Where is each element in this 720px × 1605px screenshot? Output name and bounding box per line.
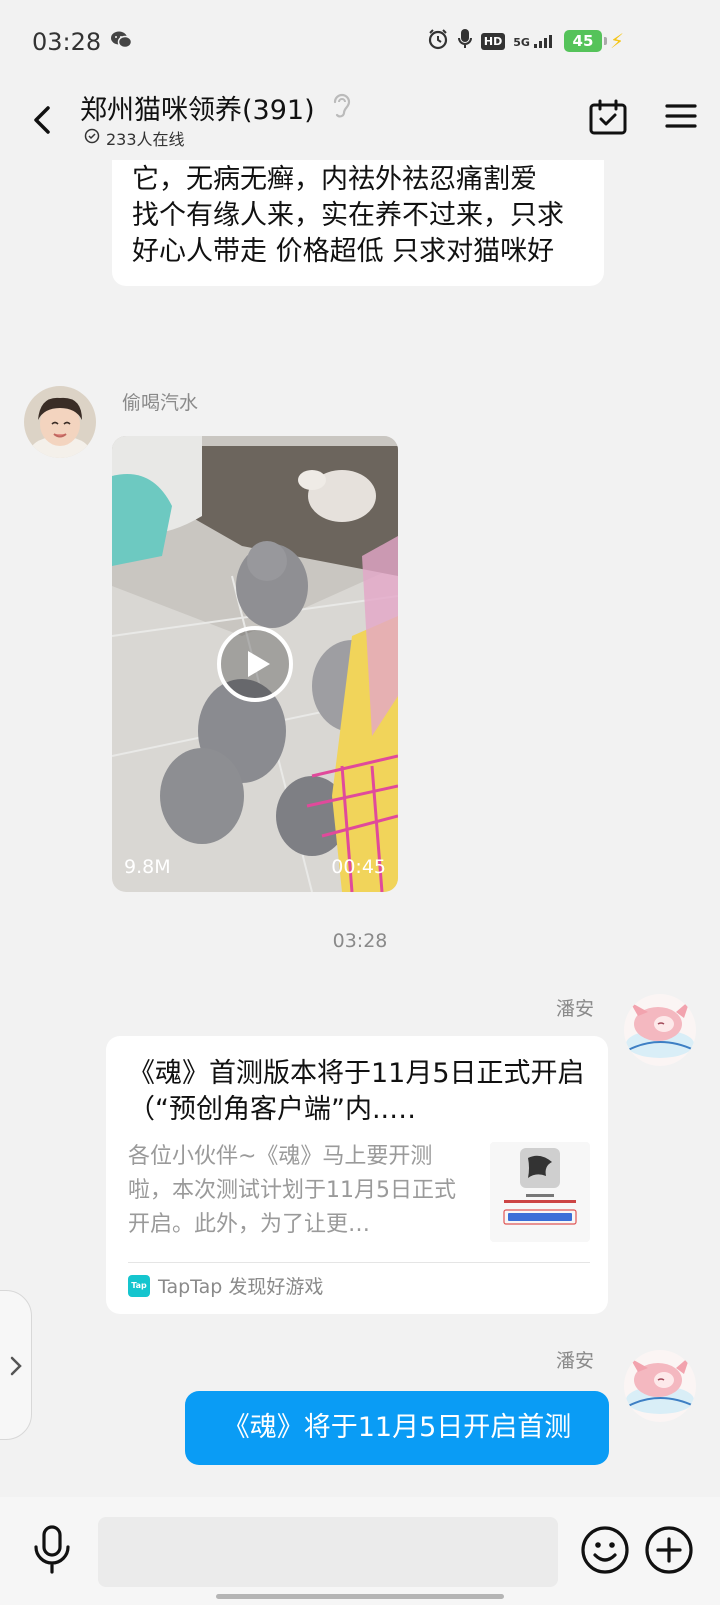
calendar-check-icon — [589, 99, 627, 135]
hd-badge: HD — [480, 32, 506, 50]
status-bar: 03:28 HD 5G 45 ⚡ — [0, 0, 720, 84]
side-drawer-handle[interactable] — [0, 1290, 32, 1440]
plus-icon — [645, 1526, 693, 1574]
online-status: 233人在线 — [84, 126, 185, 150]
link-source-label: TapTap 发现好游戏 — [158, 1276, 324, 1298]
video-size: 9.8M — [124, 856, 171, 878]
avatar[interactable] — [624, 994, 696, 1066]
taptap-icon: Tap — [128, 1274, 150, 1297]
network-label: 5G — [513, 36, 530, 49]
link-divider — [128, 1262, 590, 1263]
signal-icon: 5G — [513, 34, 556, 48]
menu-icon — [665, 104, 697, 128]
back-button[interactable] — [24, 100, 60, 140]
chat-messages[interactable]: 它，无病无癣，内祛外祛忍痛割爱 找个有缘人来，实在养不过来，只求好心人带走 价格… — [0, 160, 720, 1497]
status-icons: HD 5G 45 ⚡ — [427, 28, 624, 54]
online-count: 233人在线 — [106, 130, 185, 149]
calendar-check-button[interactable] — [588, 98, 628, 142]
link-card-message[interactable]: 《魂》首测版本将于11月5日正式开启（“预创角客户端”内..… 各位小伙伴~《魂… — [106, 1036, 608, 1314]
link-title: 《魂》首测版本将于11月5日正式开启（“预创角客户端”内..… — [128, 1058, 585, 1125]
back-icon — [34, 106, 50, 134]
battery-indicator: 45 — [563, 30, 607, 52]
home-indicator[interactable] — [216, 1594, 504, 1599]
alarm-icon — [427, 28, 449, 54]
online-icon — [84, 128, 100, 148]
group-title[interactable]: 郑州猫咪领养(391) — [80, 88, 315, 127]
ear-icon[interactable] — [330, 90, 352, 124]
wechat-icon — [110, 30, 133, 54]
more-actions-button[interactable] — [644, 1525, 694, 1579]
sender-name: 潘安 — [555, 998, 594, 1020]
emoji-icon — [581, 1526, 629, 1574]
link-thumbnail — [490, 1142, 590, 1242]
input-bar — [0, 1497, 720, 1605]
emoji-button[interactable] — [580, 1525, 630, 1579]
message-text-bubble[interactable]: 它，无病无癣，内祛外祛忍痛割爱 找个有缘人来，实在养不过来，只求好心人带走 价格… — [112, 160, 604, 286]
sender-name: 偷喝汽水 — [122, 392, 199, 414]
chevron-right-icon — [10, 1356, 22, 1376]
status-time: 03:28 — [32, 28, 102, 56]
mic-icon — [34, 1525, 70, 1574]
message-input[interactable] — [98, 1517, 558, 1587]
video-duration: 00:45 — [331, 856, 386, 878]
time-divider: 03:28 — [332, 930, 388, 952]
chat-header: 郑州猫咪领养(391) 233人在线 — [0, 84, 720, 160]
mic-status-icon — [457, 28, 473, 54]
avatar[interactable] — [24, 386, 96, 458]
message-text-bubble[interactable]: 《魂》将于11月5日开启首测 — [185, 1391, 609, 1465]
menu-button[interactable] — [664, 98, 698, 138]
charging-icon: ⚡ — [609, 29, 624, 53]
play-button[interactable] — [215, 624, 295, 708]
video-message[interactable]: 9.8M 00:45 — [112, 436, 398, 892]
link-description: 各位小伙伴~《魂》马上要开测啦，本次测试计划于11月5日正式开启。此外，为了让更… — [128, 1144, 456, 1237]
play-icon — [217, 626, 293, 702]
link-source: Tap TapTap 发现好游戏 — [128, 1272, 323, 1299]
avatar[interactable] — [624, 1350, 696, 1422]
sender-name: 潘安 — [555, 1350, 594, 1372]
voice-button[interactable] — [30, 1525, 74, 1579]
